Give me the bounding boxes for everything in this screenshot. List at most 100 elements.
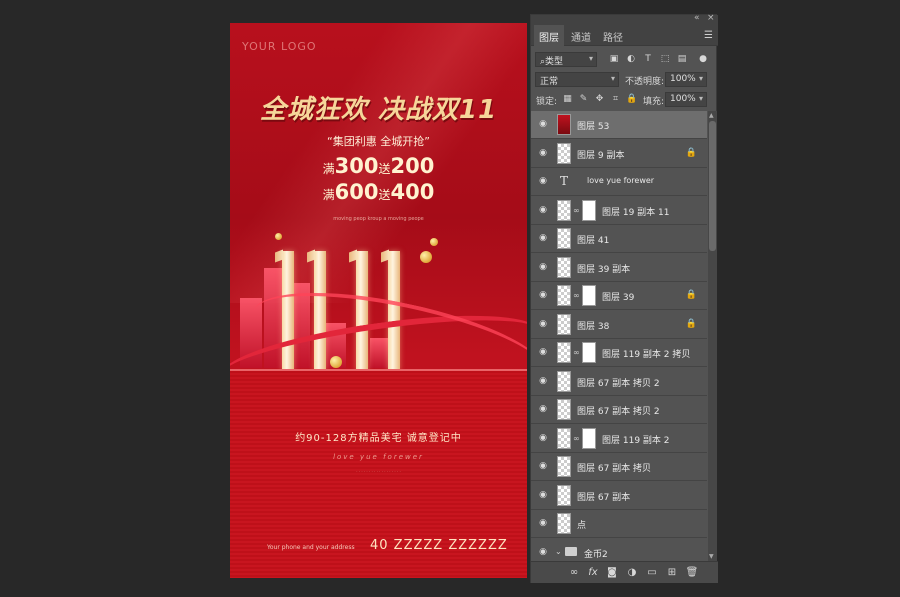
layer-row[interactable]: ◉ 图层 67 副本 [531,481,707,510]
scroll-down-icon[interactable]: ▼ [709,553,714,560]
layer-mask [582,285,596,306]
link-icon[interactable]: ∞ [567,566,581,580]
layer-thumbnail [557,456,571,477]
poster-subtext: moving peop kroup a moving peope [333,216,424,222]
chevron-down-icon: ▾ [588,54,593,63]
eye-icon[interactable]: ◉ [537,176,549,186]
layer-mask [582,342,596,363]
layer-scrollbar[interactable]: ▲ ▼ [708,111,717,561]
layer-name: 图层 119 副本 2 [602,435,670,446]
collapse-icon[interactable]: « [694,13,700,23]
smart-object-filter-icon[interactable]: ▤ [676,53,688,65]
lock-artboard-icon[interactable]: ⌗ [610,94,621,105]
fill-field[interactable]: 100% ▾ [665,92,707,107]
layer-row[interactable]: ◉ 图层 67 副本 拷贝 2 [531,367,707,396]
layer-row[interactable]: ◉ 图层 38 🔒 [531,310,707,339]
layer-row[interactable]: ◉ ∞ 图层 119 副本 2 拷贝 [531,339,707,367]
layer-name: 图层 39 副本 [577,264,631,275]
tab-paths[interactable]: 路径 [603,29,623,44]
filter-type-select[interactable]: ⌕类型 ▾ [535,52,597,67]
lock-icon: 🔒 [685,147,697,158]
layer-group-row[interactable]: ◉ ⌄ 金币2 [531,538,707,561]
layer-row[interactable]: ◉ 点 [531,510,707,538]
eye-icon[interactable]: ◉ [537,290,549,300]
poster-canvas[interactable]: YOUR LOGO 全城狂欢 决战双11 “集团利惠 全城开抢” 满300送20… [230,23,527,578]
eye-icon[interactable]: ◉ [537,262,549,272]
offer-line-2: 满600送400 [230,180,527,204]
eye-icon[interactable]: ◉ [537,233,549,243]
layer-name: 图层 67 副本 [577,492,631,503]
fx-icon[interactable]: fx [586,566,600,580]
layer-row[interactable]: ◉ 图层 39 副本 [531,253,707,282]
layer-name: 图层 39 [602,293,635,303]
poster-number: 40 ZZZZZ ZZZZZZ [370,538,508,553]
eye-icon[interactable]: ◉ [537,319,549,329]
offer2-d: 400 [390,180,435,204]
close-icon[interactable]: × [707,13,715,23]
layer-name: 图层 38 [577,321,610,332]
lock-transparent-icon[interactable]: ▦ [562,94,573,105]
folder-icon [565,546,577,556]
eye-icon[interactable]: ◉ [537,119,549,129]
folder-icon[interactable]: ▭ [645,566,659,580]
adjustment-icon[interactable]: ◑ [625,566,639,580]
chain-icon: ∞ [573,348,580,357]
layer-row[interactable]: ◉ 图层 67 副本 拷贝 [531,453,707,481]
opacity-field[interactable]: 100% ▾ [665,72,707,87]
chevron-down-icon: ▾ [698,74,703,83]
eye-icon[interactable]: ◉ [537,205,549,215]
layer-row[interactable]: ◉ 图层 41 [531,225,707,253]
gold-coin [430,238,438,246]
layer-row[interactable]: ◉ 图层 53 [531,111,707,139]
eye-icon[interactable]: ◉ [537,433,549,443]
type-filter-icon[interactable]: T [642,53,654,65]
hamburger-icon[interactable]: ☰ [704,30,713,41]
chevron-down-icon[interactable]: ⌄ [555,547,562,556]
panel-bottom-bar: ∞ fx ◙ ◑ ▭ ⊞ 🗑 [531,561,718,583]
lock-all-icon[interactable]: 🔒 [626,94,637,105]
blend-mode-label: 正常 [540,77,559,87]
eye-icon[interactable]: ◉ [537,376,549,386]
layer-row[interactable]: ◉ T love yue forewer [531,168,707,196]
filter-toggle-icon[interactable]: ● [697,53,709,65]
layer-name: 图层 67 副本 拷贝 [577,464,652,474]
eye-icon[interactable]: ◉ [537,461,549,471]
layer-mask [582,199,596,221]
layer-thumbnail [557,427,571,449]
tab-channels[interactable]: 通道 [571,29,591,44]
blend-mode-select[interactable]: 正常 ▾ [535,72,619,87]
layer-thumbnail [557,114,571,135]
poster-info: 约90-128方精品美宅 诚意登记中 [295,433,462,444]
lock-paint-icon[interactable]: ✎ [578,94,589,105]
scroll-up-icon[interactable]: ▲ [709,112,714,119]
offer1-c: 送 [378,162,391,176]
image-filter-icon[interactable]: ▣ [608,53,620,65]
offer2-b: 600 [334,180,379,204]
eye-icon[interactable]: ◉ [537,518,549,528]
new-layer-icon[interactable]: ⊞ [665,566,679,580]
layer-row[interactable]: ◉ 图层 67 副本 拷贝 2 [531,396,707,424]
eye-icon[interactable]: ◉ [537,347,549,357]
mask-icon[interactable]: ◙ [605,566,619,580]
adjustment-filter-icon[interactable]: ◐ [625,53,637,65]
blend-row: 正常 ▾ 不透明度: 100% ▾ [531,72,718,88]
trash-icon[interactable]: 🗑 [685,566,699,580]
scrollbar-thumb[interactable] [709,121,716,251]
fill-label: 填充: [643,97,665,107]
layer-thumbnail [557,228,571,249]
layer-row[interactable]: ◉ ∞ 图层 119 副本 2 [531,424,707,453]
photoshop-workspace: YOUR LOGO 全城狂欢 决战双11 “集团利惠 全城开抢” 满300送20… [0,0,900,597]
lock-move-icon[interactable]: ✥ [594,94,605,105]
layer-row[interactable]: ◉ ∞ 图层 39 🔒 [531,282,707,310]
eye-icon[interactable]: ◉ [537,148,549,158]
shape-filter-icon[interactable]: ⬚ [659,53,671,65]
tab-layers[interactable]: 图层 [534,25,564,46]
layer-row[interactable]: ◉ 图层 9 副本 🔒 [531,139,707,168]
layer-thumbnail [557,256,571,278]
offer2-c: 送 [378,188,391,202]
eye-icon[interactable]: ◉ [537,490,549,500]
eye-icon[interactable]: ◉ [537,547,549,557]
layer-thumbnail [557,370,571,392]
eye-icon[interactable]: ◉ [537,404,549,414]
layer-row[interactable]: ◉ ∞ 图层 19 副本 11 [531,196,707,225]
